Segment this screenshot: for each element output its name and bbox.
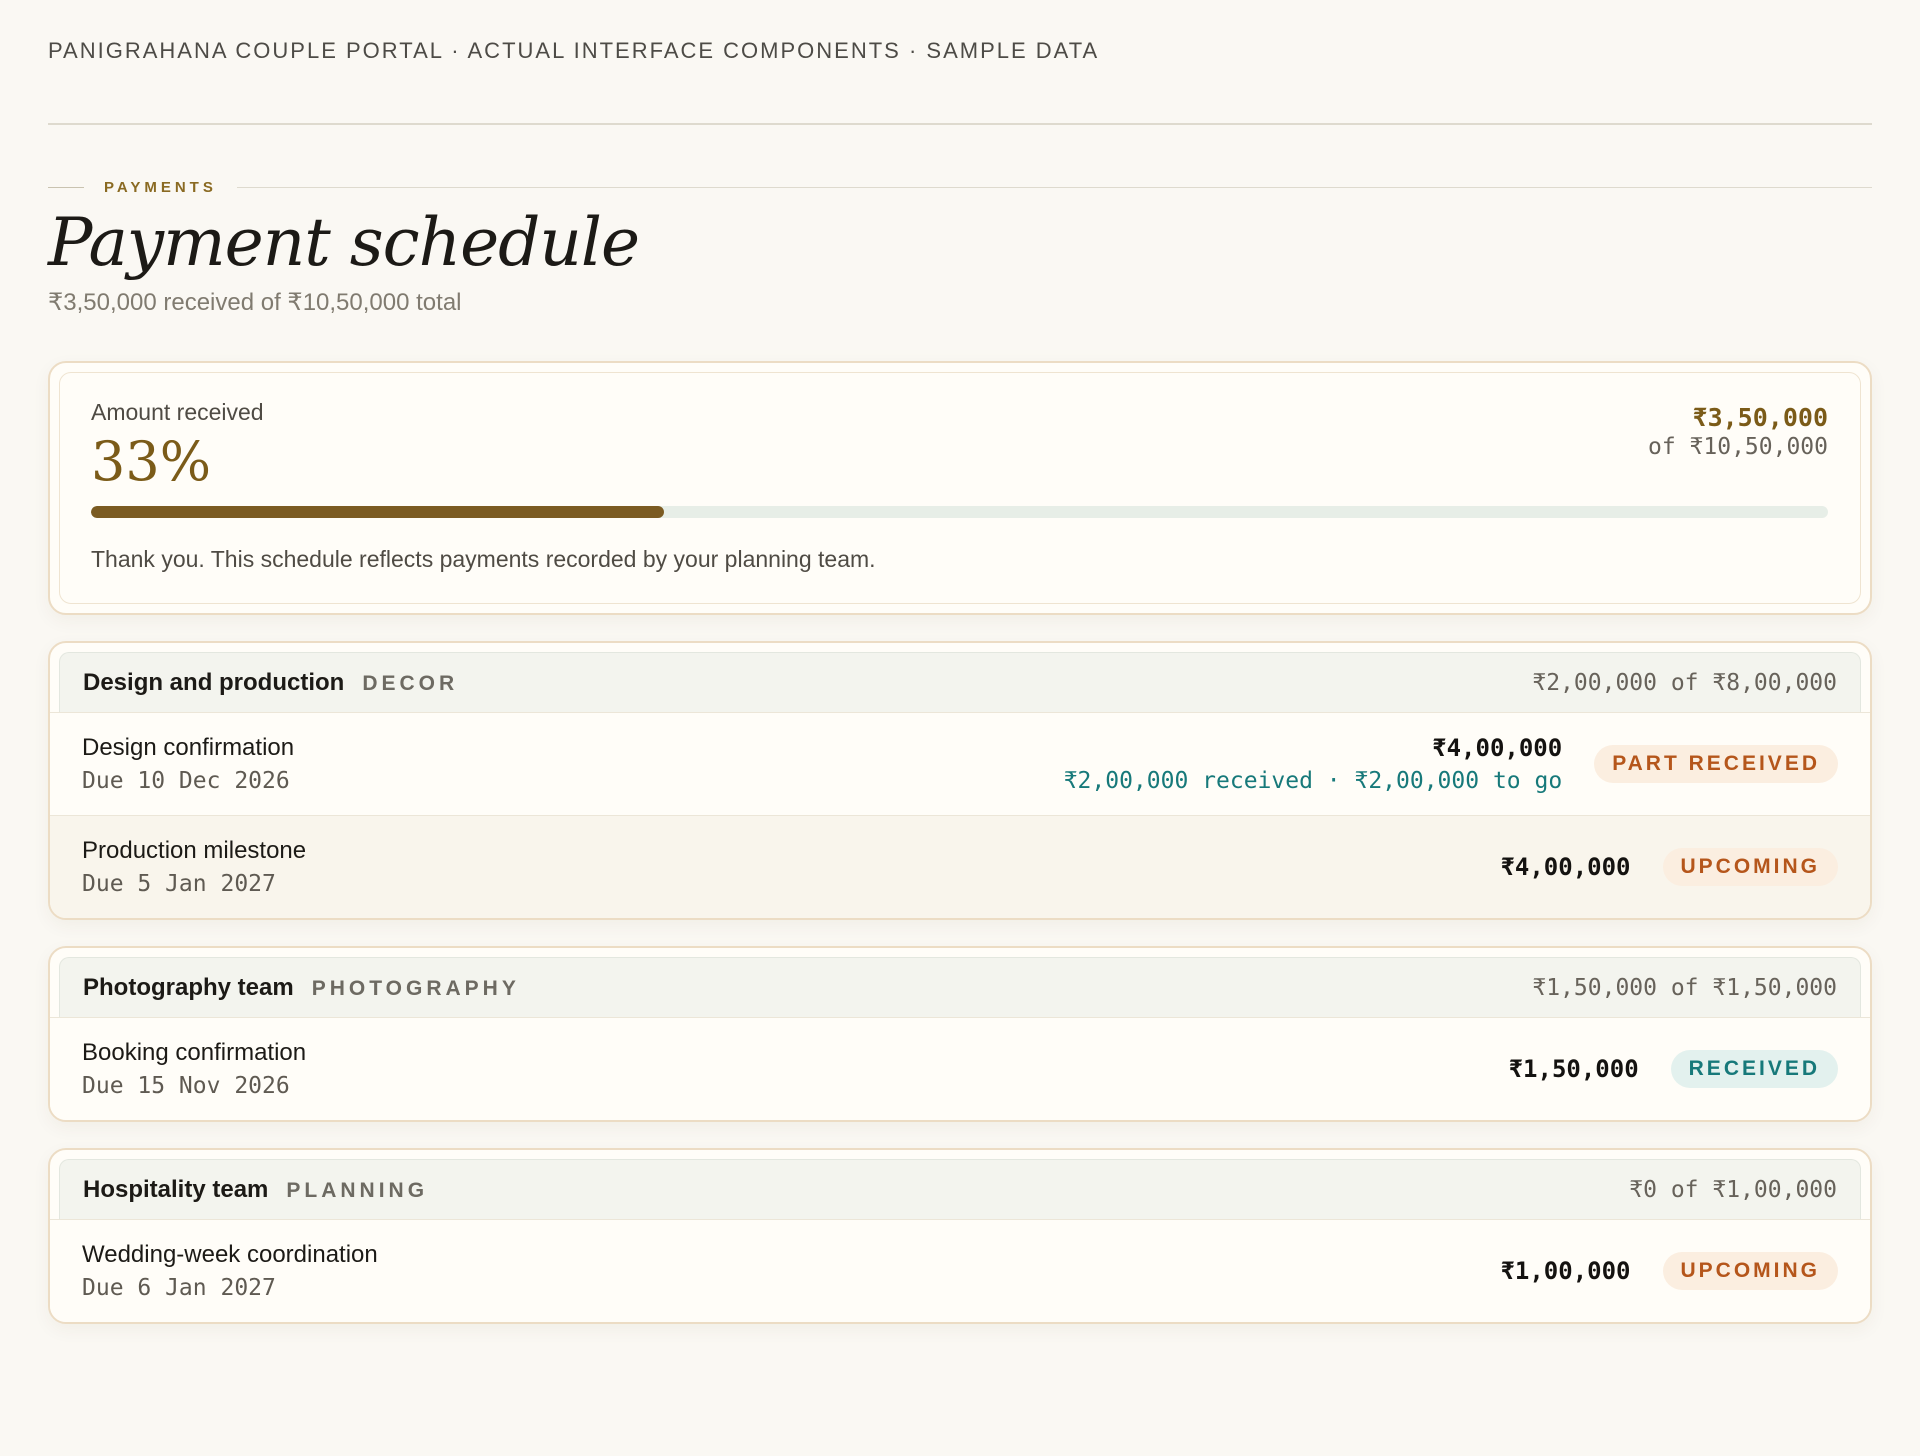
- group-name: Hospitality team: [83, 1175, 269, 1203]
- payment-due-date: Due 10 Dec 2026: [82, 768, 290, 795]
- amount-total-value: of ₹10,50,000: [1647, 434, 1828, 461]
- payment-amount-block: ₹4,00,000 ₹2,00,000 received · ₹2,00,000…: [1064, 734, 1563, 794]
- payment-status-area: ₹4,00,000 UPCOMING: [1500, 848, 1838, 887]
- group-name: Photography team: [83, 973, 294, 1001]
- payment-amount-block: ₹1,50,000: [1509, 1055, 1639, 1083]
- page-subtitle: ₹3,50,000 received of ₹10,50,000 total: [48, 289, 462, 317]
- payment-info: Production milestone Due 5 Jan 2027: [82, 837, 306, 897]
- portal-caption: PANIGRAHANA COUPLE PORTAL · ACTUAL INTER…: [48, 37, 1100, 63]
- payment-amount: ₹1,00,000: [1500, 1257, 1631, 1286]
- status-badge: RECEIVED: [1670, 1050, 1838, 1089]
- payment-status-area: ₹4,00,000 ₹2,00,000 received · ₹2,00,000…: [1064, 734, 1838, 794]
- group-category: PHOTOGRAPHY: [311, 976, 520, 1000]
- group-category: DECOR: [362, 671, 459, 695]
- group-category: PLANNING: [286, 1178, 429, 1202]
- payment-amount: ₹4,00,000: [1500, 853, 1631, 882]
- thank-you-note: Thank you. This schedule reflects paymen…: [91, 545, 876, 572]
- payment-info: Wedding-week coordination Due 6 Jan 2027: [82, 1241, 378, 1301]
- payment-row[interactable]: Booking confirmation Due 15 Nov 2026 ₹1,…: [50, 1017, 1870, 1121]
- amount-received-card: Amount received 33% ₹3,50,000 of ₹10,50,…: [48, 361, 1872, 616]
- status-badge: UPCOMING: [1662, 1252, 1838, 1291]
- vendor-group-decor: Design and production DECOR ₹2,00,000 of…: [48, 641, 1872, 921]
- page-title: Payment schedule: [48, 204, 640, 281]
- group-name: Design and production: [83, 668, 345, 696]
- eyebrow-rule-left: [48, 186, 84, 188]
- payment-due-date: Due 15 Nov 2026: [82, 1073, 290, 1100]
- payment-amount-block: ₹1,00,000: [1500, 1257, 1630, 1285]
- section-eyebrow: PAYMENTS: [48, 177, 1872, 197]
- vendor-group-planning: Hospitality team PLANNING ₹0 of ₹1,00,00…: [48, 1148, 1872, 1325]
- group-total: ₹2,00,000 of ₹8,00,000: [1532, 669, 1837, 696]
- payment-title: Production milestone: [82, 837, 307, 865]
- payment-info: Booking confirmation Due 15 Nov 2026: [82, 1039, 306, 1099]
- payment-amount: ₹1,50,000: [1508, 1055, 1639, 1084]
- payment-progress-fill: [91, 505, 665, 518]
- status-badge: PART RECEIVED: [1594, 745, 1838, 784]
- payment-row[interactable]: Production milestone Due 5 Jan 2027 ₹4,0…: [50, 815, 1870, 919]
- payment-title: Booking confirmation: [82, 1039, 307, 1067]
- status-badge: UPCOMING: [1662, 848, 1838, 887]
- payment-due-date: Due 5 Jan 2027: [82, 871, 276, 898]
- payment-status-area: ₹1,00,000 UPCOMING: [1500, 1252, 1838, 1291]
- top-bar: PANIGRAHANA COUPLE PORTAL · ACTUAL INTER…: [48, 0, 1872, 125]
- amount-received-totals: ₹3,50,000 of ₹10,50,000: [1648, 403, 1828, 460]
- payment-partial-progress: ₹2,00,000 received · ₹2,00,000 to go: [1063, 768, 1563, 795]
- group-header: Design and production DECOR ₹2,00,000 of…: [59, 652, 1861, 713]
- payment-info: Design confirmation Due 10 Dec 2026: [82, 734, 294, 794]
- page: PANIGRAHANA COUPLE PORTAL · ACTUAL INTER…: [0, 0, 1920, 1456]
- group-header: Hospitality team PLANNING ₹0 of ₹1,00,00…: [59, 1159, 1861, 1220]
- group-title: Hospitality team PLANNING: [83, 1176, 428, 1204]
- amount-received-percent: 33%: [91, 430, 212, 494]
- payment-title: Design confirmation: [82, 734, 295, 762]
- amount-received-panel: Amount received 33% ₹3,50,000 of ₹10,50,…: [59, 372, 1861, 605]
- eyebrow-rule-right: [236, 186, 1872, 188]
- payment-row[interactable]: Design confirmation Due 10 Dec 2026 ₹4,0…: [50, 712, 1870, 816]
- group-total: ₹1,50,000 of ₹1,50,000: [1532, 974, 1837, 1001]
- payment-status-area: ₹1,50,000 RECEIVED: [1509, 1050, 1838, 1089]
- group-header: Photography team PHOTOGRAPHY ₹1,50,000 o…: [59, 957, 1861, 1018]
- payment-title: Wedding-week coordination: [82, 1241, 378, 1269]
- payment-due-date: Due 6 Jan 2027: [82, 1275, 276, 1302]
- payment-amount-block: ₹4,00,000: [1500, 853, 1630, 881]
- group-title: Photography team PHOTOGRAPHY: [83, 974, 520, 1002]
- eyebrow-label: PAYMENTS: [104, 178, 217, 196]
- group-total: ₹0 of ₹1,00,000: [1629, 1176, 1837, 1203]
- payment-progress-bar: [91, 505, 1828, 518]
- amount-received-value: ₹3,50,000: [1692, 403, 1828, 433]
- group-title: Design and production DECOR: [83, 669, 458, 697]
- payment-row[interactable]: Wedding-week coordination Due 6 Jan 2027…: [50, 1219, 1870, 1323]
- amount-received-label: Amount received: [91, 399, 264, 426]
- vendor-group-photography: Photography team PHOTOGRAPHY ₹1,50,000 o…: [48, 946, 1872, 1123]
- payment-amount: ₹4,00,000: [1432, 734, 1563, 763]
